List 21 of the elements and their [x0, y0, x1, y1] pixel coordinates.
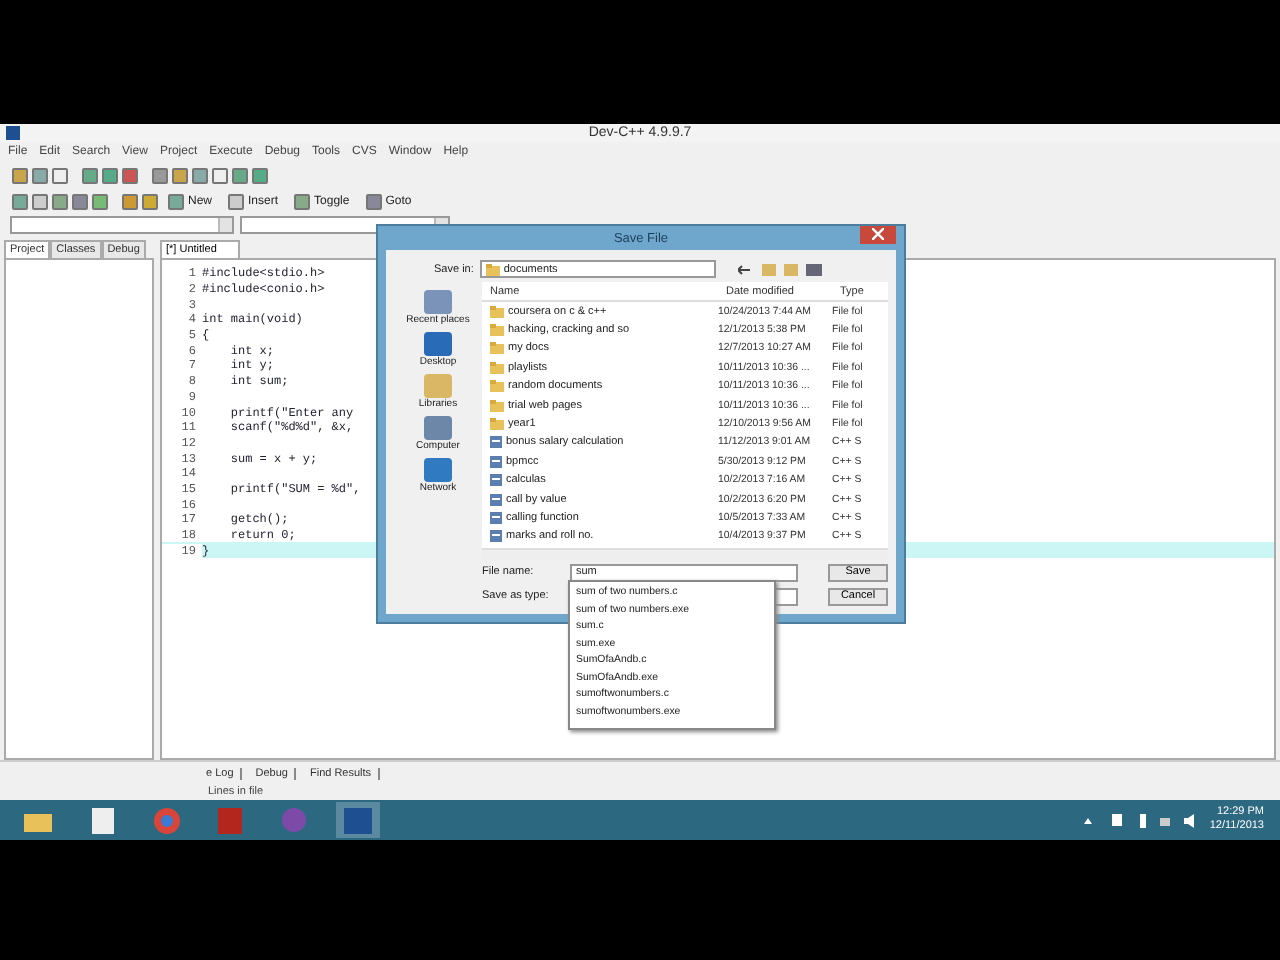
close-button[interactable]	[860, 226, 896, 244]
source-file-icon	[490, 436, 502, 449]
folder-icon	[490, 324, 504, 337]
folder-icon	[490, 399, 504, 412]
tray-icons-drawing[interactable]	[1079, 812, 1200, 828]
navigation-icons-drawing[interactable]	[737, 261, 828, 277]
class-combo[interactable]	[10, 216, 234, 234]
source-file-icon	[490, 455, 502, 468]
folder-icon	[485, 263, 500, 275]
source-file-icon	[490, 511, 502, 524]
source-file-icon	[490, 530, 502, 543]
close-icon	[872, 227, 884, 239]
source-file-icon	[490, 493, 502, 506]
folder-icon	[490, 380, 504, 393]
source-file-icon	[490, 474, 502, 487]
app-icon	[6, 126, 20, 140]
folder-icon	[490, 361, 504, 374]
folder-icon	[490, 305, 504, 318]
folder-icon	[490, 342, 504, 355]
ide-taskbar-icon[interactable]	[336, 802, 380, 838]
folder-icon	[490, 418, 504, 431]
